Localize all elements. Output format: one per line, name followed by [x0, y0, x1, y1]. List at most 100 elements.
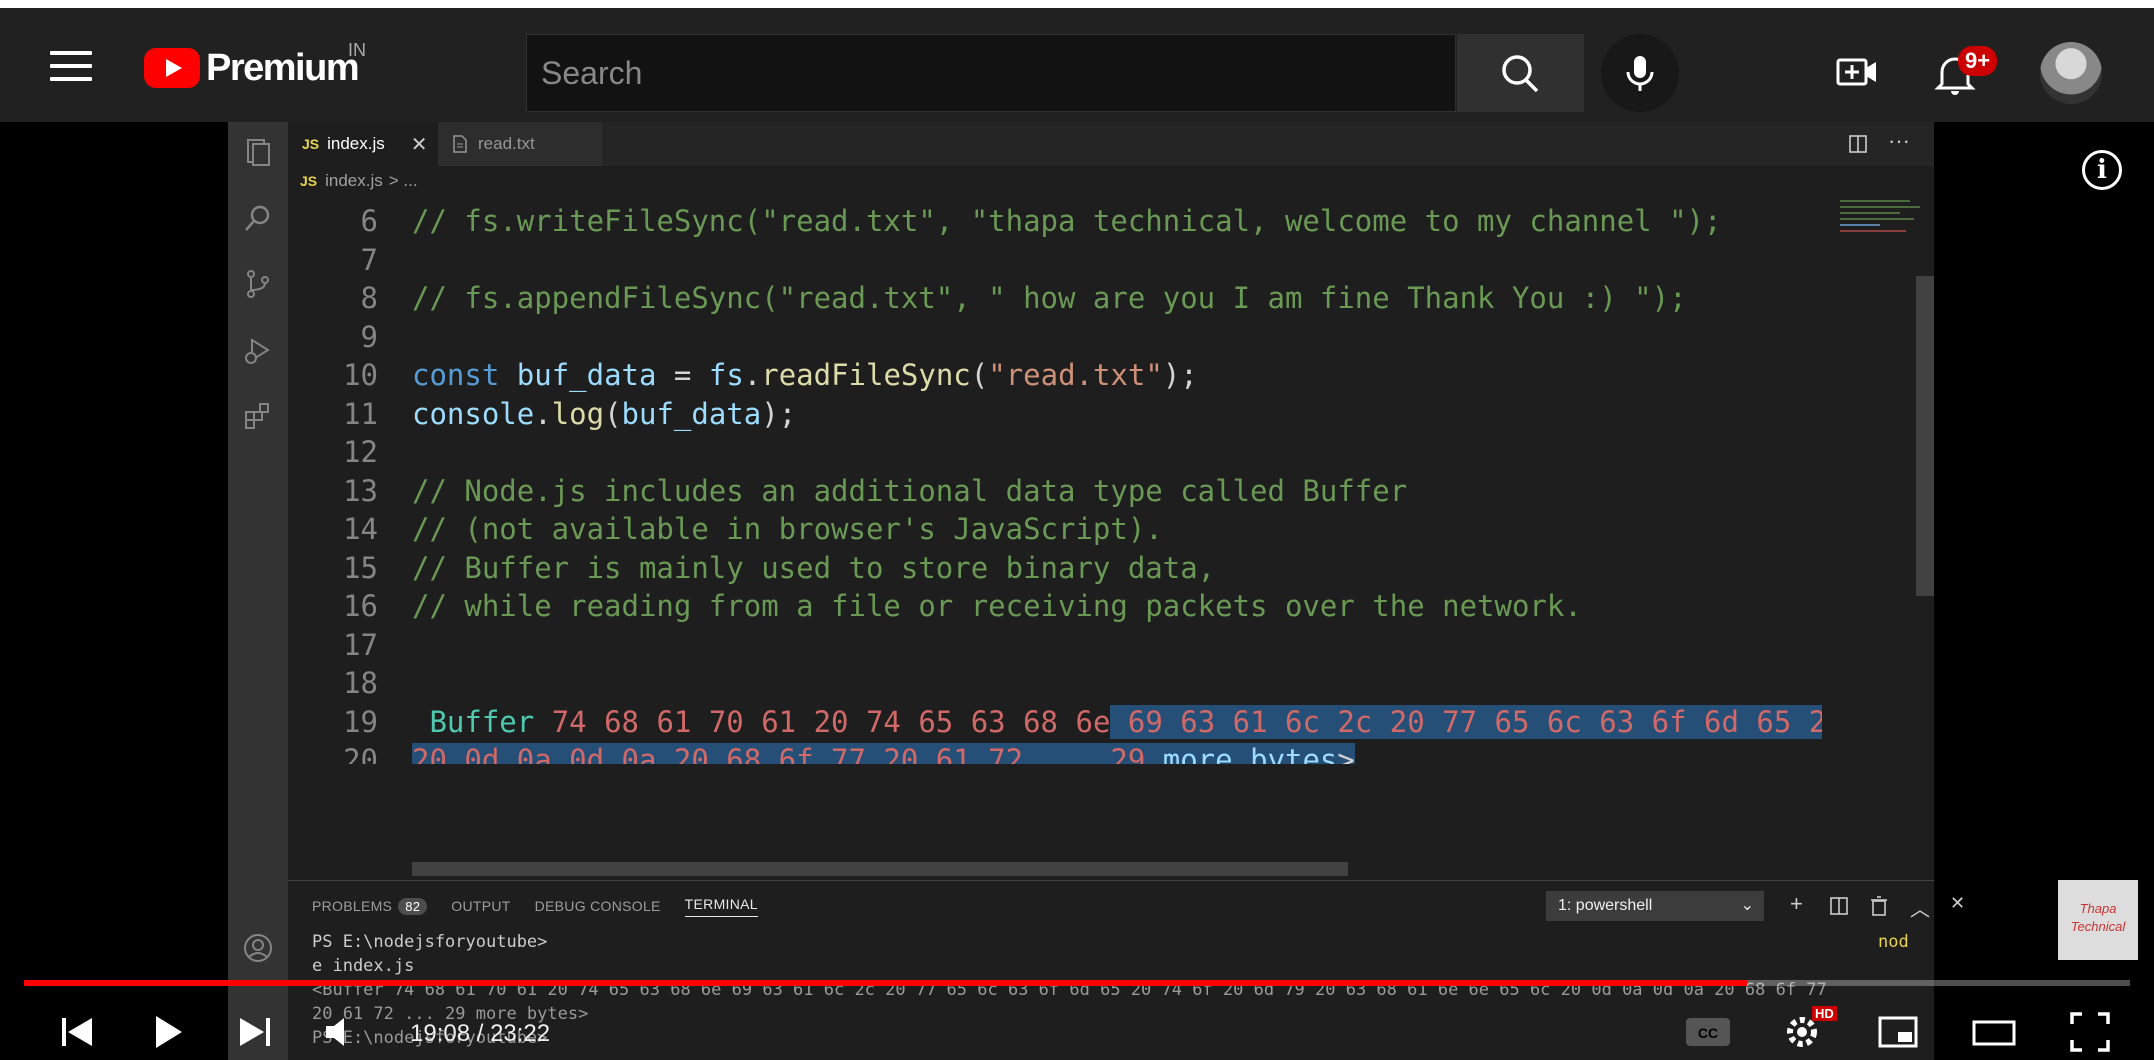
- close-icon[interactable]: ✕: [411, 132, 428, 157]
- trash-icon[interactable]: [1870, 896, 1888, 916]
- code-editor[interactable]: 6 // fs.writeFileSync("read.txt", "thapa …: [288, 196, 1822, 764]
- code-token: .: [743, 358, 762, 392]
- editor-vertical-scrollbar[interactable]: [1916, 276, 1934, 596]
- fullscreen-icon[interactable]: [2068, 1010, 2112, 1054]
- time-display: 19:08 / 23:22: [410, 1020, 551, 1047]
- voice-search-button[interactable]: [1601, 34, 1679, 112]
- code-line[interactable]: 8 // fs.appendFileSync("read.txt", " how …: [288, 279, 1822, 317]
- code-token: // while reading from a file or receivin…: [412, 589, 1582, 623]
- code-line[interactable]: 16 // while reading from a file or receiv…: [288, 587, 1822, 625]
- previous-icon[interactable]: [56, 1010, 100, 1054]
- video-camera-plus-icon: [1836, 58, 1876, 86]
- search-button[interactable]: [1457, 34, 1584, 112]
- split-terminal-icon[interactable]: [1830, 897, 1848, 915]
- tab-index-js[interactable]: JS index.js ✕: [288, 122, 438, 166]
- code-token: // fs.writeFileSync("read.txt", "thapa t…: [412, 204, 1722, 238]
- next-icon[interactable]: [234, 1010, 278, 1054]
- explorer-icon[interactable]: [242, 136, 274, 168]
- code-line[interactable]: 14 // (not available in browser's JavaScr…: [288, 510, 1822, 548]
- code-token: 74 68 61 70 61 20 74 65 63 68 6e: [534, 704, 1111, 739]
- tab-label: read.txt: [478, 134, 535, 153]
- chevron-down-icon: ⌄: [1740, 897, 1754, 914]
- volume-icon[interactable]: [320, 1010, 364, 1054]
- code-token: fs: [708, 358, 744, 392]
- terminal-line: PS E:\nodejsforyoutube>: [312, 932, 548, 952]
- code-line[interactable]: 10 const buf_data = fs.readFileSync("read…: [288, 356, 1822, 394]
- youtube-play-icon: [144, 48, 200, 88]
- line-number: 8: [360, 281, 378, 315]
- code-text: 20 0d 0a 0d 0a 20 68 6f 77 20 61 72 ... …: [412, 741, 1355, 764]
- code-line[interactable]: 15 // Buffer is mainly used to store bina…: [288, 549, 1822, 587]
- code-token: =: [656, 358, 709, 392]
- code-text: // while reading from a file or receivin…: [412, 587, 1582, 625]
- tab-problems[interactable]: PROBLEMS 82: [312, 898, 428, 915]
- info-icon[interactable]: i: [2082, 150, 2122, 190]
- code-token: 20 0d 0a 0d 0a 20 68 6f 77 20 61 72 ... …: [412, 743, 1163, 764]
- line-number: 12: [343, 435, 378, 469]
- search-sidebar-icon[interactable]: [242, 202, 274, 234]
- theater-mode-icon[interactable]: [1972, 1010, 2016, 1054]
- code-line[interactable]: 19 Buffer 74 68 61 70 61 20 74 65 63 68 …: [288, 703, 1822, 741]
- maximize-panel-icon[interactable]: ︿: [1910, 893, 1930, 922]
- problems-count-badge: 82: [398, 898, 428, 915]
- play-icon[interactable]: [146, 1010, 190, 1054]
- code-line[interactable]: 7: [288, 241, 1822, 279]
- create-video-button[interactable]: [1830, 46, 1884, 100]
- search-box[interactable]: Search: [526, 34, 1456, 112]
- tab-terminal[interactable]: TERMINAL: [684, 896, 758, 917]
- youtube-premium-logo[interactable]: Premium IN: [144, 40, 366, 92]
- code-line[interactable]: 18: [288, 664, 1822, 702]
- code-line[interactable]: 20 20 0d 0a 0d 0a 20 68 6f 77 20 61 72 ..…: [288, 741, 1822, 764]
- editor-horizontal-scrollbar[interactable]: [412, 862, 1348, 876]
- code-line[interactable]: 12: [288, 433, 1822, 471]
- tab-read-txt[interactable]: read.txt: [438, 122, 602, 166]
- code-line[interactable]: 6 // fs.writeFileSync("read.txt", "thapa …: [288, 202, 1822, 240]
- terminal-line: e index.js: [312, 956, 415, 976]
- more-actions-icon[interactable]: ···: [1888, 128, 1910, 154]
- account-icon[interactable]: [242, 932, 274, 964]
- tab-output[interactable]: OUTPUT: [451, 898, 510, 914]
- code-text: // (not available in browser's JavaScrip…: [412, 510, 1163, 548]
- breadcrumb-file[interactable]: index.js: [325, 171, 383, 191]
- line-number: 16: [343, 589, 378, 623]
- captions-icon[interactable]: CC: [1684, 1010, 1732, 1054]
- hd-badge: HD: [1812, 1006, 1837, 1021]
- miniplayer-icon[interactable]: [1876, 1010, 1920, 1054]
- panel-header: PROBLEMS 82 OUTPUT DEBUG CONSOLE TERMINAL…: [288, 880, 1965, 931]
- tab-debug-console[interactable]: DEBUG CONSOLE: [535, 898, 661, 914]
- line-number: 17: [343, 627, 378, 662]
- channel-watermark[interactable]: Thapa Technical: [2058, 880, 2138, 960]
- code-line[interactable]: 11 console.log(buf_data);: [288, 395, 1822, 433]
- new-terminal-icon[interactable]: +: [1790, 891, 1803, 917]
- source-control-icon[interactable]: [242, 268, 274, 300]
- code-token: (: [604, 396, 622, 431]
- line-number: 13: [343, 473, 378, 508]
- code-token: "read.txt": [988, 358, 1163, 392]
- code-token: .: [534, 396, 552, 431]
- search-input[interactable]: Search: [541, 55, 642, 92]
- top-strip: [0, 0, 2154, 8]
- terminal-select[interactable]: 1: powershell ⌄: [1546, 891, 1764, 921]
- code-line[interactable]: 9: [288, 318, 1822, 356]
- breadcrumb-rest[interactable]: > ...: [389, 171, 418, 191]
- line-number: 10: [343, 358, 378, 392]
- logo-text: Premium: [206, 46, 360, 89]
- tab-label: index.js: [327, 134, 385, 153]
- progress-bar[interactable]: [24, 980, 2130, 986]
- menu-icon[interactable]: [50, 51, 92, 81]
- watermark-text: Thapa Technical: [2070, 901, 2126, 934]
- code-token: console: [412, 396, 535, 431]
- run-debug-icon[interactable]: [242, 334, 274, 366]
- code-text: // fs.writeFileSync("read.txt", "thapa t…: [412, 202, 1721, 240]
- close-panel-icon[interactable]: ✕: [1950, 893, 1965, 914]
- split-editor-icon[interactable]: [1848, 134, 1868, 154]
- vscode-window: JS index.js ✕ read.txt ··· JS index.js >…: [228, 122, 1965, 1060]
- extensions-icon[interactable]: [242, 400, 274, 432]
- line-number: 9: [360, 319, 378, 354]
- code-token: const: [412, 358, 500, 392]
- microphone-icon: [1626, 56, 1654, 91]
- avatar[interactable]: [2040, 42, 2102, 104]
- code-line[interactable]: 17: [288, 626, 1822, 664]
- code-line[interactable]: 13 // Node.js includes an additional data…: [288, 472, 1822, 510]
